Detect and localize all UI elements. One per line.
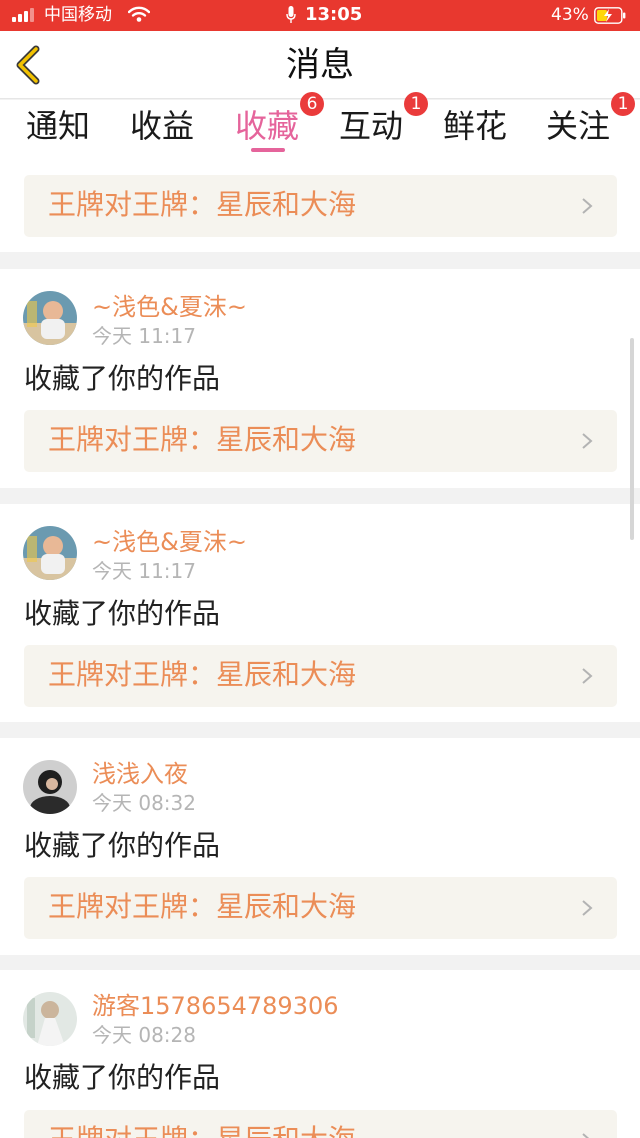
work-link[interactable]: 王牌对王牌：星辰和大海 (24, 877, 617, 939)
work-title: 王牌对王牌：星辰和大海 (48, 423, 357, 456)
work-link[interactable]: 王牌对王牌：星辰和大海 (24, 175, 617, 237)
work-title: 王牌对王牌：星辰和大海 (48, 890, 357, 923)
favorites-count-badge: 6 (300, 92, 325, 116)
tab-bar: 通知 收益 收藏 6 互动 1 鲜花 关注 1 (0, 92, 640, 155)
work-title: 王牌对王牌：星辰和大海 (48, 1123, 356, 1138)
page-title: 消息 (286, 45, 354, 85)
username[interactable]: 浅浅入夜 (92, 760, 188, 788)
battery-percentage: 43% (551, 5, 589, 25)
username[interactable]: ~浅色&夏沫~ (92, 293, 247, 321)
avatar[interactable] (23, 992, 77, 1046)
timestamp: 今天 11:17 (92, 559, 196, 583)
tab-label: 关注 (546, 107, 611, 145)
list-item: 王牌对王牌：星辰和大海 (0, 155, 640, 252)
tab-earnings[interactable]: 收益 (130, 106, 194, 146)
work-link[interactable]: 王牌对王牌：星辰和大海 (24, 410, 617, 472)
carrier-name: 中国移动 (44, 5, 112, 25)
tab-label: 收藏 (235, 107, 300, 145)
navigation-bar: 消息 (0, 31, 640, 99)
wifi-icon (128, 6, 150, 22)
battery-icon (594, 7, 626, 24)
timestamp: 今天 08:32 (92, 791, 196, 815)
signal-icon (12, 8, 38, 22)
status-bar: 中国移动 13:05 43% (0, 0, 640, 31)
work-link[interactable]: 王牌对王牌：星辰和大海 (24, 645, 617, 707)
microphone-icon (286, 6, 296, 23)
chevron-right-icon (582, 1133, 590, 1138)
tab-label: 互动 (339, 107, 404, 145)
tab-favorites[interactable]: 收藏 6 (235, 92, 325, 146)
list-item: 浅浅入夜 今天 08:32 收藏了你的作品 王牌对王牌：星辰和大海 (0, 738, 640, 955)
avatar[interactable] (23, 291, 77, 345)
activity-text: 收藏了你的作品 (24, 829, 221, 862)
list-item: ~浅色&夏沫~ 今天 11:17 收藏了你的作品 王牌对王牌：星辰和大海 (0, 269, 640, 488)
list-item: ~浅色&夏沫~ 今天 11:17 收藏了你的作品 王牌对王牌：星辰和大海 (0, 504, 640, 722)
active-tab-indicator (251, 148, 285, 152)
username[interactable]: 游客1578654789306 (92, 992, 339, 1020)
tab-label: 通知 (26, 107, 91, 145)
tab-label: 收益 (130, 107, 195, 145)
timestamp: 今天 11:17 (92, 324, 196, 348)
tab-following[interactable]: 关注 1 (546, 92, 636, 146)
activity-text: 收藏了你的作品 (24, 362, 221, 395)
scrollbar[interactable] (630, 338, 634, 540)
avatar[interactable] (23, 760, 77, 814)
tab-flowers[interactable]: 鲜花 (443, 106, 507, 146)
work-title: 王牌对王牌：星辰和大海 (48, 188, 357, 221)
clock: 13:05 (305, 4, 363, 25)
work-title: 王牌对王牌：星辰和大海 (48, 658, 357, 691)
activity-text: 收藏了你的作品 (24, 597, 221, 630)
activity-text: 收藏了你的作品 (24, 1061, 221, 1094)
chevron-right-icon (582, 668, 593, 684)
following-count-badge: 1 (611, 92, 636, 116)
timestamp: 今天 08:28 (92, 1023, 196, 1047)
chevron-right-icon (582, 433, 593, 449)
list-item: 游客1578654789306 今天 08:28 收藏了你的作品 王牌对王牌：星… (0, 970, 640, 1138)
chevron-right-icon (582, 198, 593, 214)
avatar[interactable] (23, 526, 77, 580)
work-link[interactable]: 王牌对王牌：星辰和大海 (24, 1110, 617, 1138)
tab-notifications[interactable]: 通知 (26, 106, 90, 146)
tab-label: 鲜花 (443, 107, 508, 145)
tab-interactions[interactable]: 互动 1 (339, 92, 429, 146)
username[interactable]: ~浅色&夏沫~ (92, 528, 247, 556)
interactions-count-badge: 1 (404, 92, 429, 116)
chevron-right-icon (582, 900, 593, 916)
